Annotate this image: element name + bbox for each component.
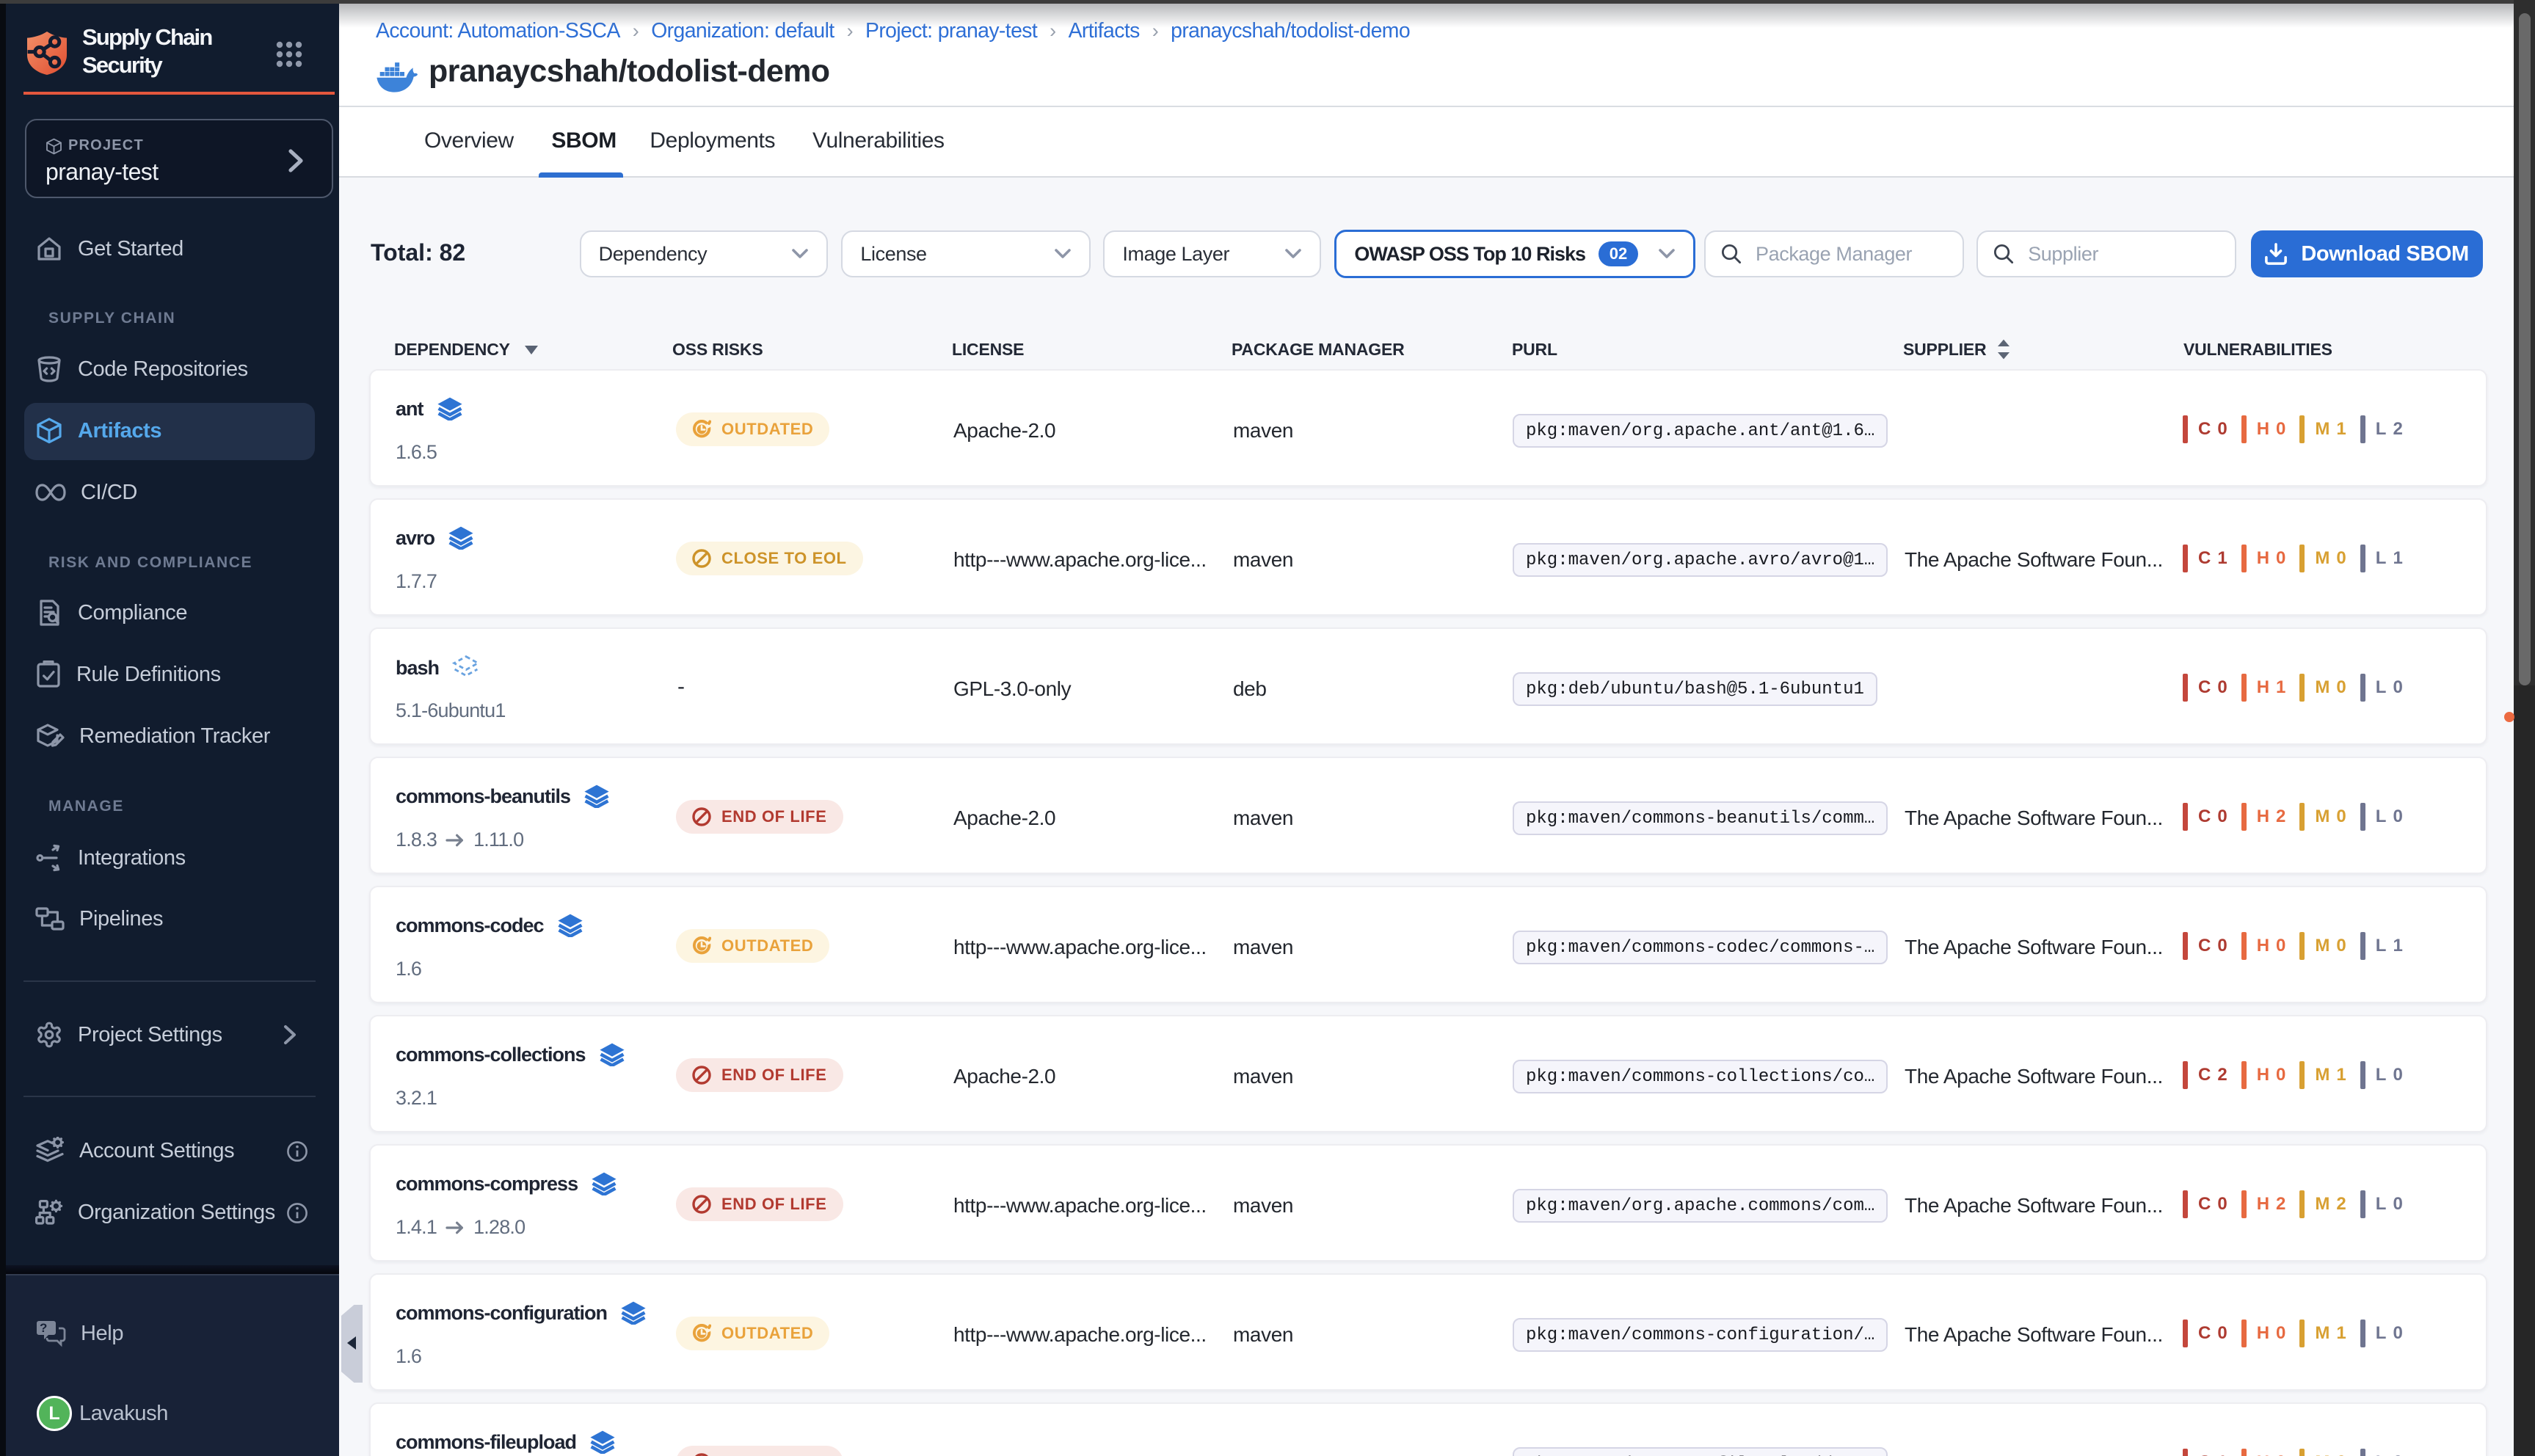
svg-text:?: ? [40,1321,47,1335]
